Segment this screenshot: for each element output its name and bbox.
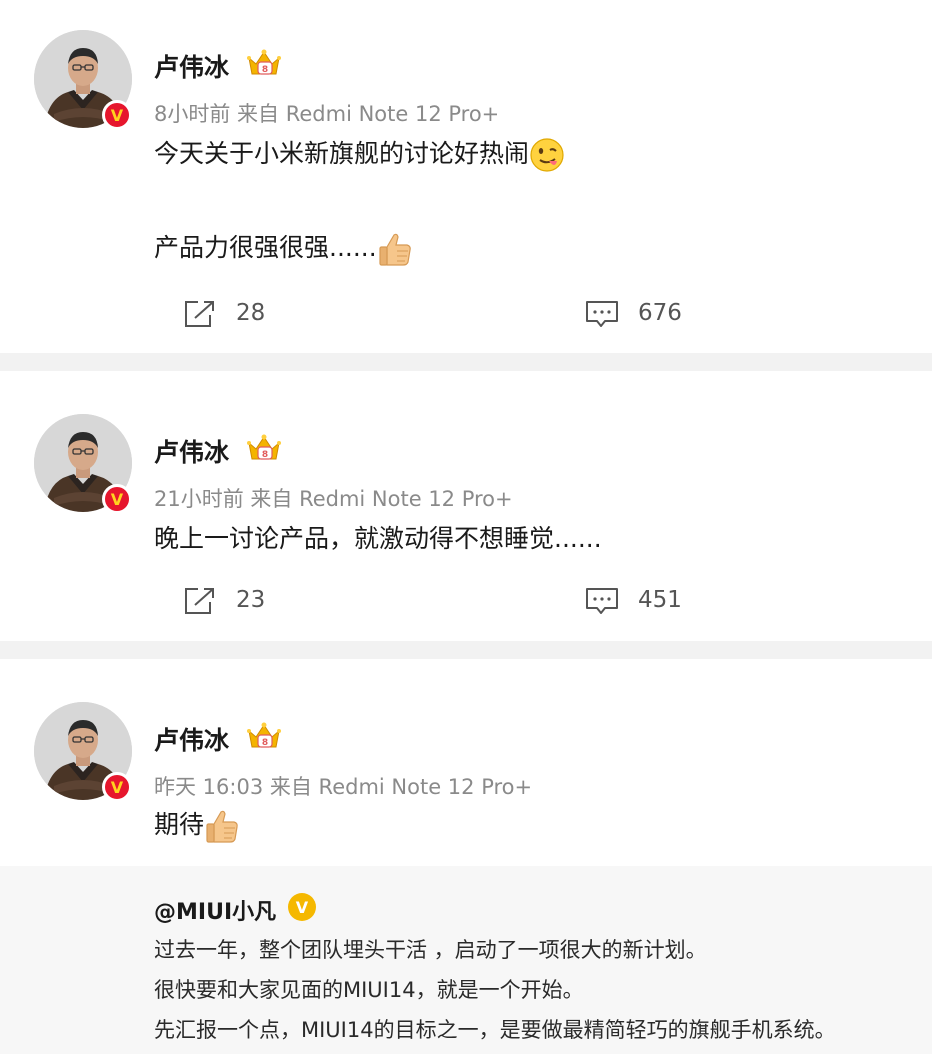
quoted-text-line: 很快要和大家见面的MIUI14，就是一个开始。 [154,978,584,1002]
crown-badge-icon [246,48,282,78]
author-name[interactable]: 卢伟冰 [154,48,229,84]
author-name[interactable]: 卢伟冰 [154,721,229,757]
crown-badge-icon [246,433,282,463]
repost-count[interactable]: 23 [236,587,265,613]
thumbs-up-emoji-icon [377,231,413,267]
post-text-line: 期待 [154,810,205,839]
comment-icon[interactable] [585,586,619,616]
verified-gold-icon: V [288,893,316,921]
post-separator [0,353,932,371]
post-meta: 8小时前 来自 Redmi Note 12 Pro+ [154,102,500,126]
post-text-line: 今天关于小米新旗舰的讨论好热闹 [154,139,530,168]
tongue-emoji-icon [529,137,565,173]
comment-icon[interactable] [585,299,619,329]
share-icon[interactable] [183,586,217,616]
share-icon[interactable] [183,299,217,329]
crown-badge-icon [246,721,282,751]
author-name[interactable]: 卢伟冰 [154,433,229,469]
post-text: 今天关于小米新旗舰的讨论好热闹 [154,136,565,173]
post-2: V 卢伟冰 21小时前 来自 Redmi Note 12 Pro+ 晚上一讨论产… [0,371,932,641]
post-text: 产品力很强很强...... [154,230,413,267]
verified-badge-icon: V [102,100,132,130]
post-text: 晚上一讨论产品，就激动得不想睡觉...... [154,521,602,557]
post-1: V 卢伟冰 8小时前 来自 Redmi Note 12 Pro+ 今天关于小米新… [0,0,932,353]
post-meta: 21小时前 来自 Redmi Note 12 Pro+ [154,487,513,511]
comment-count[interactable]: 451 [638,587,682,613]
verified-badge-icon: V [102,484,132,514]
post-separator [0,641,932,659]
quoted-text-line: 过去一年，整个团队埋头干活 ，启动了一项很大的新计划。 [154,938,707,962]
post-text-line: 产品力很强很强...... [154,233,377,262]
comment-count[interactable]: 676 [638,300,682,326]
post-text: 期待 [154,807,240,844]
post-text-line: 晚上一讨论产品，就激动得不想睡觉...... [154,524,602,553]
thumbs-up-emoji-icon [204,808,240,844]
post-meta: 昨天 16:03 来自 Redmi Note 12 Pro+ [154,775,533,799]
verified-badge-icon: V [102,772,132,802]
quoted-text-line: 先汇报一个点，MIUI14的目标之一，是要做最精简轻巧的旗舰手机系统。 [154,1018,836,1042]
quoted-author[interactable]: @MIUI小凡 [154,894,276,926]
quoted-post[interactable]: @MIUI小凡 V 过去一年，整个团队埋头干活 ，启动了一项很大的新计划。 很快… [0,866,932,1054]
repost-count[interactable]: 28 [236,300,265,326]
